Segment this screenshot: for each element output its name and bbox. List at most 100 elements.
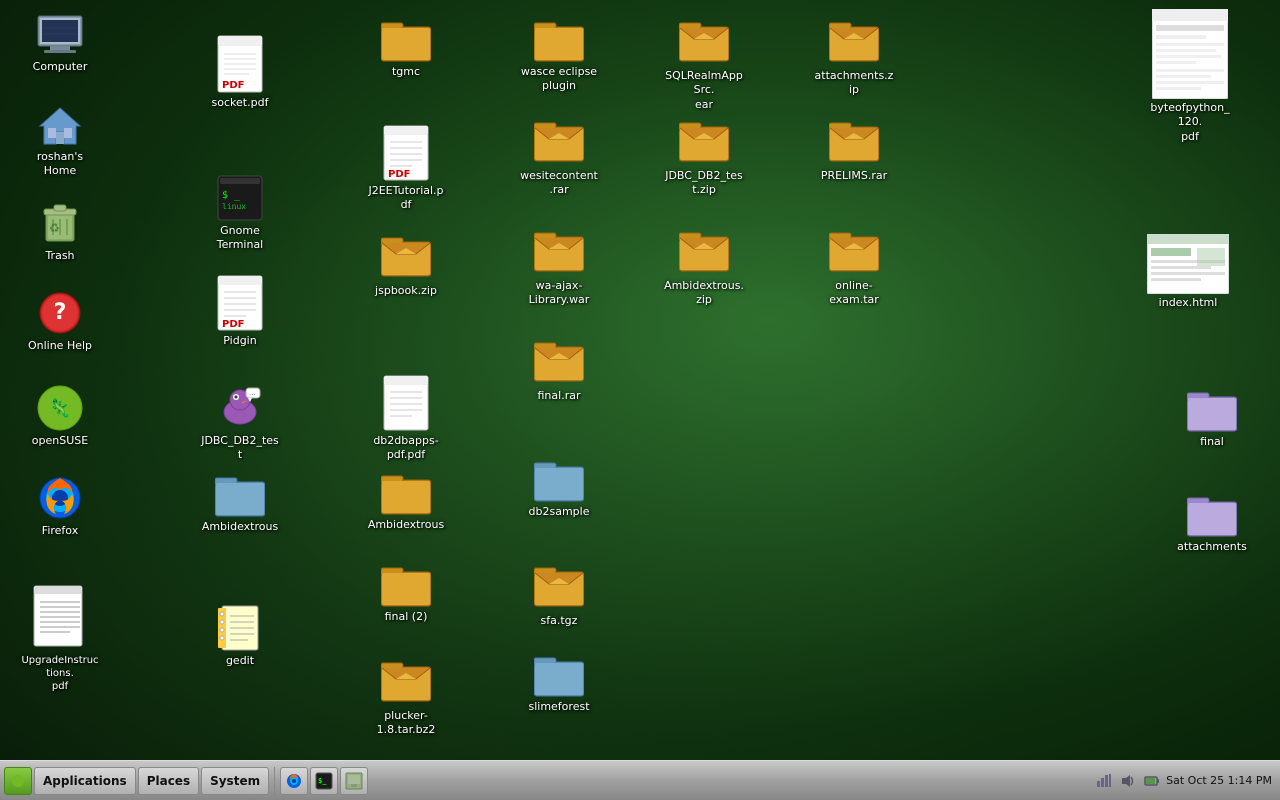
network-icon bbox=[1094, 771, 1114, 791]
applications-menu-button[interactable]: Applications bbox=[34, 767, 136, 795]
final-rar-icon[interactable]: final.rar bbox=[515, 335, 603, 407]
ambidextrous-zip-label: Ambidextrous.zip bbox=[664, 279, 744, 308]
computer-icon-img bbox=[34, 14, 86, 58]
suse-logo-taskbar bbox=[4, 767, 32, 795]
svg-text:PDF: PDF bbox=[222, 80, 244, 91]
sqlrealm-ear-label: SQLRealmAppSrc.ear bbox=[664, 69, 744, 112]
firefox-icon[interactable]: Firefox bbox=[16, 470, 104, 542]
wesitecontent-icon[interactable]: wesitecontent.rar bbox=[515, 115, 603, 202]
tgmc-folder-icon[interactable]: tgmc bbox=[362, 15, 450, 83]
sfa-tgz-icon[interactable]: sfa.tgz bbox=[515, 560, 603, 632]
j2ee-tutorial-icon[interactable]: PDF J2EETutorial.pdf bbox=[362, 120, 450, 217]
final-folder-label: final bbox=[1200, 435, 1224, 449]
jspbook-zip-icon[interactable]: jspbook.zip bbox=[362, 230, 450, 302]
pidgin-icon[interactable]: ... JDBC_DB2_test bbox=[196, 380, 284, 467]
db2dbapps-pdf-icon[interactable]: db2dbapps-pdf.pdf bbox=[362, 370, 450, 467]
ambidextrous-folder-label: Ambidextrous bbox=[368, 518, 444, 532]
attachments-zip-label: attachments.zip bbox=[814, 69, 894, 98]
taskbar-separator bbox=[274, 767, 275, 795]
roshans-home-icon[interactable]: roshan's Home bbox=[16, 100, 104, 183]
sqlrealm-ear-icon[interactable]: SQLRealmAppSrc.ear bbox=[660, 15, 748, 116]
places-menu-button[interactable]: Places bbox=[138, 767, 199, 795]
applications-label: Applications bbox=[43, 774, 127, 788]
taskbar-terminal-icon: $_ bbox=[315, 772, 333, 790]
final-rar-label: final.rar bbox=[538, 389, 581, 403]
gnome-terminal-label: Gnome Terminal bbox=[200, 224, 280, 253]
taskbar-terminal-button[interactable]: $_ bbox=[310, 767, 338, 795]
gnome-terminal-icon[interactable]: $ _ linux Gnome Terminal bbox=[196, 170, 284, 257]
wasce-eclipse-icon[interactable]: wasce eclipse plugin bbox=[515, 15, 603, 98]
wasce-eclipse-label: wasce eclipse plugin bbox=[519, 65, 599, 94]
clock-display: Sat Oct 25 1:14 PM bbox=[1166, 774, 1272, 787]
trash-label: Trash bbox=[45, 249, 74, 263]
svg-text:?: ? bbox=[54, 300, 67, 325]
roshans-home-label: roshan's Home bbox=[20, 150, 100, 179]
wa-ajax-library-icon[interactable]: wa-ajax-Library.war bbox=[515, 225, 603, 312]
computer-label: Computer bbox=[33, 60, 88, 74]
opensuse-label: openSUSE bbox=[32, 434, 88, 448]
gedit-label: gedit bbox=[226, 654, 254, 668]
svg-text:$_: $_ bbox=[318, 777, 327, 785]
taskbar-left: Applications Places System $_ bbox=[0, 767, 372, 795]
online-exam-tar-label: online-exam.tar bbox=[814, 279, 894, 308]
db2ite90-label: Pidgin bbox=[223, 334, 256, 348]
slimeforest-folder-icon[interactable]: slimeforest bbox=[515, 650, 603, 718]
trash-icon[interactable]: ♻ Trash bbox=[16, 195, 104, 267]
wesitecontent-label: wesitecontent.rar bbox=[519, 169, 599, 198]
svg-text:PDF: PDF bbox=[388, 169, 410, 180]
pidgin-label: JDBC_DB2_test bbox=[200, 434, 280, 463]
slimeforest-folder-label: slimeforest bbox=[528, 700, 589, 714]
jdbc-db2-test-zip-icon[interactable]: JDBC_DB2_test.zip bbox=[660, 115, 748, 202]
battery-icon bbox=[1142, 771, 1162, 791]
attachments-zip-icon[interactable]: attachments.zip bbox=[810, 15, 898, 102]
plucker-label: plucker-1.8.tar.bz2 bbox=[366, 709, 446, 738]
plucker-icon[interactable]: plucker-1.8.tar.bz2 bbox=[362, 655, 450, 742]
db2ite90-icon[interactable]: PDF Pidgin bbox=[196, 270, 284, 352]
taskbar-right: Sat Oct 25 1:14 PM bbox=[1086, 771, 1280, 791]
sfa-tgz-label: sfa.tgz bbox=[541, 614, 578, 628]
svg-text:...: ... bbox=[249, 389, 256, 397]
svg-text:♻: ♻ bbox=[49, 221, 60, 235]
byteofpython-pdf-label: byteofpython_120.pdf bbox=[1147, 101, 1233, 144]
ambidextrous-folder-icon[interactable]: Ambidextrous bbox=[362, 468, 450, 536]
attachments-folder-icon[interactable]: attachments bbox=[1168, 490, 1256, 558]
final2-folder-label: final (2) bbox=[385, 610, 428, 624]
show-desktop-icon bbox=[345, 772, 363, 790]
upgrade-instructions-icon[interactable]: UpgradeInstructions.pdf bbox=[16, 580, 104, 697]
svg-text:$ _: $ _ bbox=[222, 190, 241, 201]
ambidextrous-zip-icon[interactable]: Ambidextrous.zip bbox=[660, 225, 748, 312]
byteofpython-pdf-icon[interactable]: byteofpython_120.pdf bbox=[1140, 5, 1240, 148]
jspbook-zip-label: jspbook.zip bbox=[375, 284, 437, 298]
computer-icon[interactable]: Computer bbox=[16, 10, 104, 78]
volume-icon bbox=[1118, 771, 1138, 791]
suse-icon bbox=[11, 774, 25, 788]
wa-ajax-library-label: wa-ajax-Library.war bbox=[519, 279, 599, 308]
socket-pdf-label: socket.pdf bbox=[212, 96, 269, 110]
prelims-rar-icon[interactable]: PRELIMS.rar bbox=[810, 115, 898, 187]
system-label: System bbox=[210, 774, 260, 788]
svg-text:PDF: PDF bbox=[222, 319, 244, 330]
online-help-label: Online Help bbox=[28, 339, 92, 353]
final-folder-icon[interactable]: final bbox=[1168, 385, 1256, 453]
desktop: Computer roshan's Home bbox=[0, 0, 1280, 760]
index-html-label: index.html bbox=[1159, 296, 1218, 310]
jdbc-db2-test-folder-icon[interactable]: Ambidextrous bbox=[196, 470, 284, 538]
upgrade-instructions-label: UpgradeInstructions.pdf bbox=[20, 654, 100, 693]
opensuse-icon[interactable]: 🦎 openSUSE bbox=[16, 380, 104, 452]
online-help-icon[interactable]: ? Online Help bbox=[16, 285, 104, 357]
taskbar-firefox-button[interactable] bbox=[280, 767, 308, 795]
index-html-icon[interactable]: index.html bbox=[1138, 230, 1238, 314]
taskbar: Applications Places System $_ bbox=[0, 760, 1280, 800]
places-label: Places bbox=[147, 774, 190, 788]
system-menu-button[interactable]: System bbox=[201, 767, 269, 795]
svg-text:linux: linux bbox=[222, 202, 246, 211]
firefox-label: Firefox bbox=[42, 524, 78, 538]
j2ee-tutorial-label: J2EETutorial.pdf bbox=[366, 184, 446, 213]
gedit-icon[interactable]: gedit bbox=[196, 600, 284, 672]
final2-folder-icon[interactable]: final (2) bbox=[362, 560, 450, 628]
socket-pdf-icon[interactable]: PDF socket.pdf bbox=[196, 30, 284, 114]
db2sample-folder-icon[interactable]: db2sample bbox=[515, 455, 603, 523]
prelims-rar-label: PRELIMS.rar bbox=[821, 169, 887, 183]
show-desktop-button[interactable] bbox=[340, 767, 368, 795]
online-exam-tar-icon[interactable]: online-exam.tar bbox=[810, 225, 898, 312]
